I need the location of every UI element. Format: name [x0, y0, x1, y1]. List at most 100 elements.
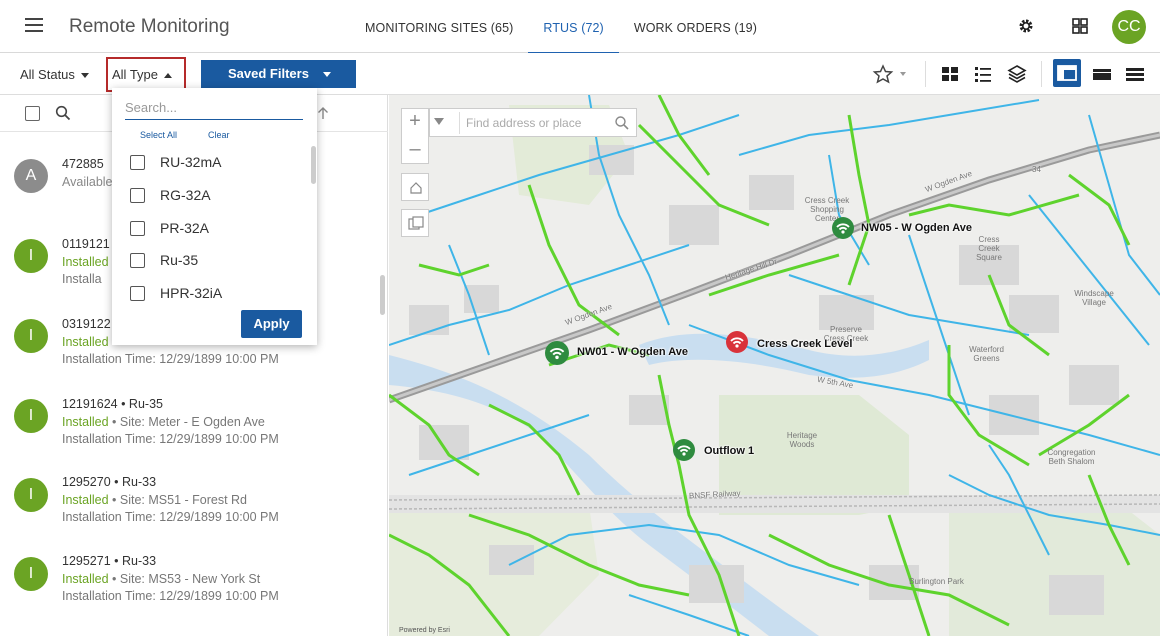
saved-filters-label: Saved Filters	[228, 66, 309, 81]
option-checkbox[interactable]	[130, 188, 145, 203]
list-view-icon[interactable]	[973, 64, 993, 84]
option-checkbox[interactable]	[130, 155, 145, 170]
hamburger-menu-icon[interactable]	[25, 18, 43, 34]
site-label: Cress Creek Level	[757, 338, 853, 350]
rtu-install-time: Installation Time: 12/29/1899 10:00 PM	[62, 432, 279, 446]
favorites-star-icon[interactable]	[872, 64, 910, 84]
address-search-input[interactable]	[459, 112, 604, 134]
rtu-status: Installed	[62, 572, 109, 586]
rtu-status-line: Installed	[62, 335, 109, 349]
zoom-controls: + –	[401, 108, 429, 164]
search-icon[interactable]	[55, 105, 71, 121]
option-checkbox[interactable]	[130, 286, 145, 301]
basemap-icon	[408, 216, 424, 230]
rtu-id: 1295271 • Ru-33	[62, 554, 157, 568]
wifi-signal-icon	[730, 337, 744, 348]
list-scrollbar[interactable]	[380, 275, 385, 315]
chevron-down-icon	[322, 72, 331, 78]
chevron-down-icon	[80, 73, 89, 79]
select-all-link[interactable]: Select All	[140, 130, 177, 140]
clear-link[interactable]: Clear	[208, 130, 230, 140]
chevron-up-icon	[164, 73, 173, 79]
rtu-status-line: Installed • Site: Meter - E Ogden Ave	[62, 415, 265, 429]
top-bar: Remote Monitoring MONITORING SITES (65) …	[0, 0, 1160, 54]
rtu-id: 0119121	[62, 237, 110, 251]
chevron-down-icon[interactable]	[434, 118, 444, 125]
avatar: A	[14, 159, 48, 193]
map-view[interactable]: + – W Ogden Ave W Ogden Ave Heritage Hil…	[389, 95, 1160, 636]
status-filter[interactable]: All Status	[20, 67, 89, 82]
type-search-input[interactable]	[125, 96, 303, 120]
rtu-id: 472885	[62, 157, 104, 171]
home-icon	[410, 182, 422, 194]
map-layout-icon[interactable]	[1092, 64, 1112, 84]
apply-button[interactable]: Apply	[241, 310, 302, 338]
poi-label: Cress Creek Square	[976, 235, 1002, 262]
rtu-install-time: Installation Time: 12/29/1899 10:00 PM	[62, 510, 279, 524]
poi-label: Burlington Park	[909, 577, 964, 586]
avatar: I	[14, 478, 48, 512]
option-label: RU-32mA	[160, 154, 222, 170]
saved-filters-button[interactable]: Saved Filters	[201, 60, 356, 88]
site-marker-online[interactable]	[832, 217, 854, 239]
divider	[1041, 61, 1042, 87]
option-checkbox[interactable]	[130, 221, 145, 236]
tab-rtus[interactable]: RTUS (72)	[528, 0, 620, 54]
basemap-button[interactable]	[401, 209, 429, 237]
grid-view-icon[interactable]	[940, 64, 960, 84]
zoom-out-icon[interactable]: –	[402, 137, 428, 163]
type-filter[interactable]: All Type	[112, 67, 173, 82]
layers-icon[interactable]	[1007, 64, 1027, 84]
rtu-install-time: Installation Time: 12/29/1899 10:00 PM	[62, 352, 279, 366]
list-item[interactable]: I 12191624 • Ru-35 Installed • Site: Met…	[0, 392, 380, 472]
tab-work-orders[interactable]: WORK ORDERS (19)	[619, 0, 772, 53]
type-filter-dropdown: Select All Clear RU-32mA RG-32A PR-32A R…	[112, 88, 317, 345]
rtu-id: 1295270 • Ru-33	[62, 475, 157, 489]
select-all-checkbox[interactable]	[25, 106, 40, 121]
home-button[interactable]	[401, 173, 429, 201]
rtu-status: Installed	[62, 255, 109, 269]
site-marker-online[interactable]	[545, 341, 569, 365]
poi-label: Windscape Village	[1074, 289, 1114, 307]
zoom-in-icon[interactable]: +	[402, 109, 428, 135]
wifi-signal-icon	[677, 445, 691, 456]
apps-grid-icon[interactable]	[1071, 17, 1089, 35]
user-avatar[interactable]: CC	[1112, 10, 1146, 44]
avatar: I	[14, 557, 48, 591]
rtu-install-time: Installa	[62, 272, 102, 286]
list-item[interactable]: I 1295271 • Ru-33 Installed • Site: MS53…	[0, 551, 380, 631]
dropdown-scrollbar[interactable]	[311, 146, 316, 184]
app-title: Remote Monitoring	[69, 16, 230, 37]
poi-label: Congregation Beth Shalom	[1047, 448, 1096, 466]
option-checkbox[interactable]	[130, 253, 145, 268]
list-item[interactable]: I 1295270 • Ru-33 Installed • Site: MS51…	[0, 472, 380, 552]
split-layout-icon[interactable]	[1053, 59, 1081, 87]
sort-arrow-up-icon[interactable]	[316, 106, 330, 120]
map-attribution: Powered by Esri	[399, 627, 450, 634]
site-marker-online[interactable]	[673, 439, 695, 461]
search-icon[interactable]	[614, 115, 630, 131]
route-shield: 34	[1032, 165, 1041, 174]
divider	[925, 61, 926, 87]
site-label: Outflow 1	[704, 445, 755, 457]
rtu-site: • Site: MS51 - Forest Rd	[108, 493, 248, 507]
rtu-id: 12191624 • Ru-35	[62, 397, 163, 411]
tab-monitoring-sites[interactable]: MONITORING SITES (65)	[350, 0, 528, 53]
avatar: I	[14, 239, 48, 273]
rtu-id: 0319122	[62, 317, 111, 331]
rtu-status: Installed	[62, 335, 109, 349]
table-layout-icon[interactable]	[1125, 64, 1145, 84]
poi-label: Waterford Greens	[969, 345, 1004, 363]
gear-icon[interactable]	[1017, 17, 1035, 35]
rtu-site: • Site: MS53 - New York St	[108, 572, 261, 586]
rtu-status-line: Installed • Site: MS53 - New York St	[62, 572, 260, 586]
site-marker-alarm[interactable]	[726, 331, 748, 353]
rtu-status-line: Installed • Site: MS51 - Forest Rd	[62, 493, 247, 507]
avatar: I	[14, 319, 48, 353]
site-label: NW01 - W Ogden Ave	[577, 346, 689, 358]
option-label: RG-32A	[160, 187, 211, 203]
address-search	[429, 108, 637, 137]
option-label: Ru-35	[160, 252, 199, 268]
status-filter-label: All Status	[20, 67, 75, 82]
rtu-status-line: Installed	[62, 255, 109, 269]
